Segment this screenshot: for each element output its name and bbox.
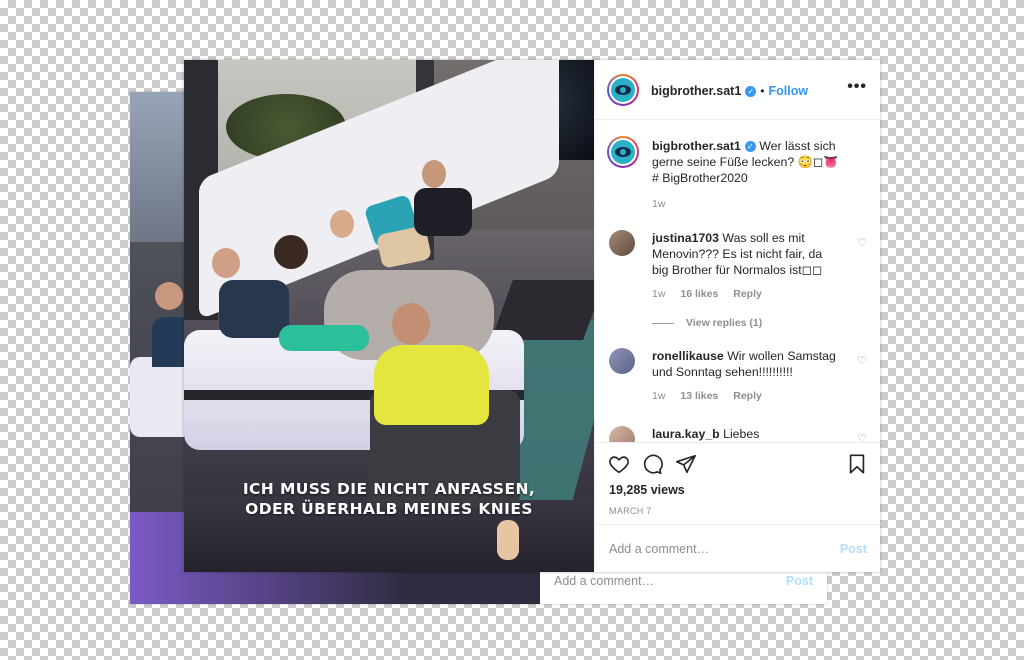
video-subtitle-line-1: ICH MUSS DIE NICHT ANFASSEN, <box>242 480 536 498</box>
verified-badge-icon: ✓ <box>744 141 756 152</box>
comment-avatar[interactable] <box>609 230 635 256</box>
comment-like-icon[interactable]: ♡ <box>857 236 867 249</box>
big-brother-eye-icon <box>611 140 635 164</box>
heart-icon[interactable] <box>608 453 630 475</box>
header-username[interactable]: bigbrother.sat1 <box>651 84 741 98</box>
caption-avatar[interactable] <box>607 136 639 168</box>
view-replies-button[interactable]: View replies (1) <box>652 317 762 329</box>
more-options-icon[interactable]: ••• <box>847 78 867 96</box>
post-actions: 19,285 views MARCH 7 <box>595 442 881 524</box>
add-comment-input[interactable]: Add a comment… <box>609 542 709 556</box>
comment-avatar[interactable] <box>609 348 635 374</box>
comment-username[interactable]: justina1703 <box>652 231 719 245</box>
comment-likes[interactable]: 13 likes <box>680 390 718 402</box>
caption-time[interactable]: 1w <box>652 198 665 210</box>
comment-likes[interactable]: 16 likes <box>680 288 718 300</box>
comment-time[interactable]: 1w <box>652 390 665 402</box>
post-header: bigbrother.sat1 ✓ • Follow ••• <box>595 60 881 120</box>
account-avatar[interactable] <box>607 74 639 106</box>
comment-username[interactable]: ronellikause <box>652 349 724 363</box>
background-post-button: Post <box>785 574 813 588</box>
share-icon[interactable] <box>675 453 697 475</box>
follow-button[interactable]: Follow <box>769 84 809 98</box>
bookmark-icon[interactable] <box>846 453 868 475</box>
post-date[interactable]: MARCH 7 <box>609 506 652 516</box>
view-replies-label: View replies (1) <box>686 317 763 329</box>
separator-dot: • <box>760 84 765 98</box>
view-count[interactable]: 19,285 views <box>609 483 685 497</box>
comment-avatar[interactable] <box>609 426 635 442</box>
video-subtitle-line-2: ODER ÜBERHALB MEINES KNIES <box>245 500 533 518</box>
comment-text: Liebes <box>723 427 760 441</box>
comment-reply-button[interactable]: Reply <box>733 288 762 300</box>
caption-username[interactable]: bigbrother.sat1 <box>652 139 741 153</box>
comment-time[interactable]: 1w <box>652 288 665 300</box>
comment-username[interactable]: laura.kay_b <box>652 427 720 441</box>
post-sidebar: bigbrother.sat1 ✓ • Follow ••• bigbrother.s… <box>594 60 881 572</box>
instagram-post-card: ICH MUSS DIE NICHT ANFASSEN, ODER ÜBERHA… <box>184 60 881 572</box>
add-comment-bar: Add a comment… Post <box>595 524 881 572</box>
background-comment-placeholder: Add a comment… <box>554 574 655 588</box>
comment-like-icon[interactable]: ♡ <box>857 354 867 367</box>
comments-list[interactable]: bigbrother.sat1 ✓ Wer lässt sich gerne se… <box>595 120 881 442</box>
post-video[interactable]: ICH MUSS DIE NICHT ANFASSEN, ODER ÜBERHA… <box>184 60 594 572</box>
comment-like-icon[interactable]: ♡ <box>857 432 867 442</box>
big-brother-eye-icon <box>611 78 635 102</box>
post-comment-button[interactable]: Post <box>840 542 867 556</box>
verified-badge-icon: ✓ <box>745 86 757 97</box>
comment-reply-button[interactable]: Reply <box>733 390 762 402</box>
comment-icon[interactable] <box>641 453 663 475</box>
